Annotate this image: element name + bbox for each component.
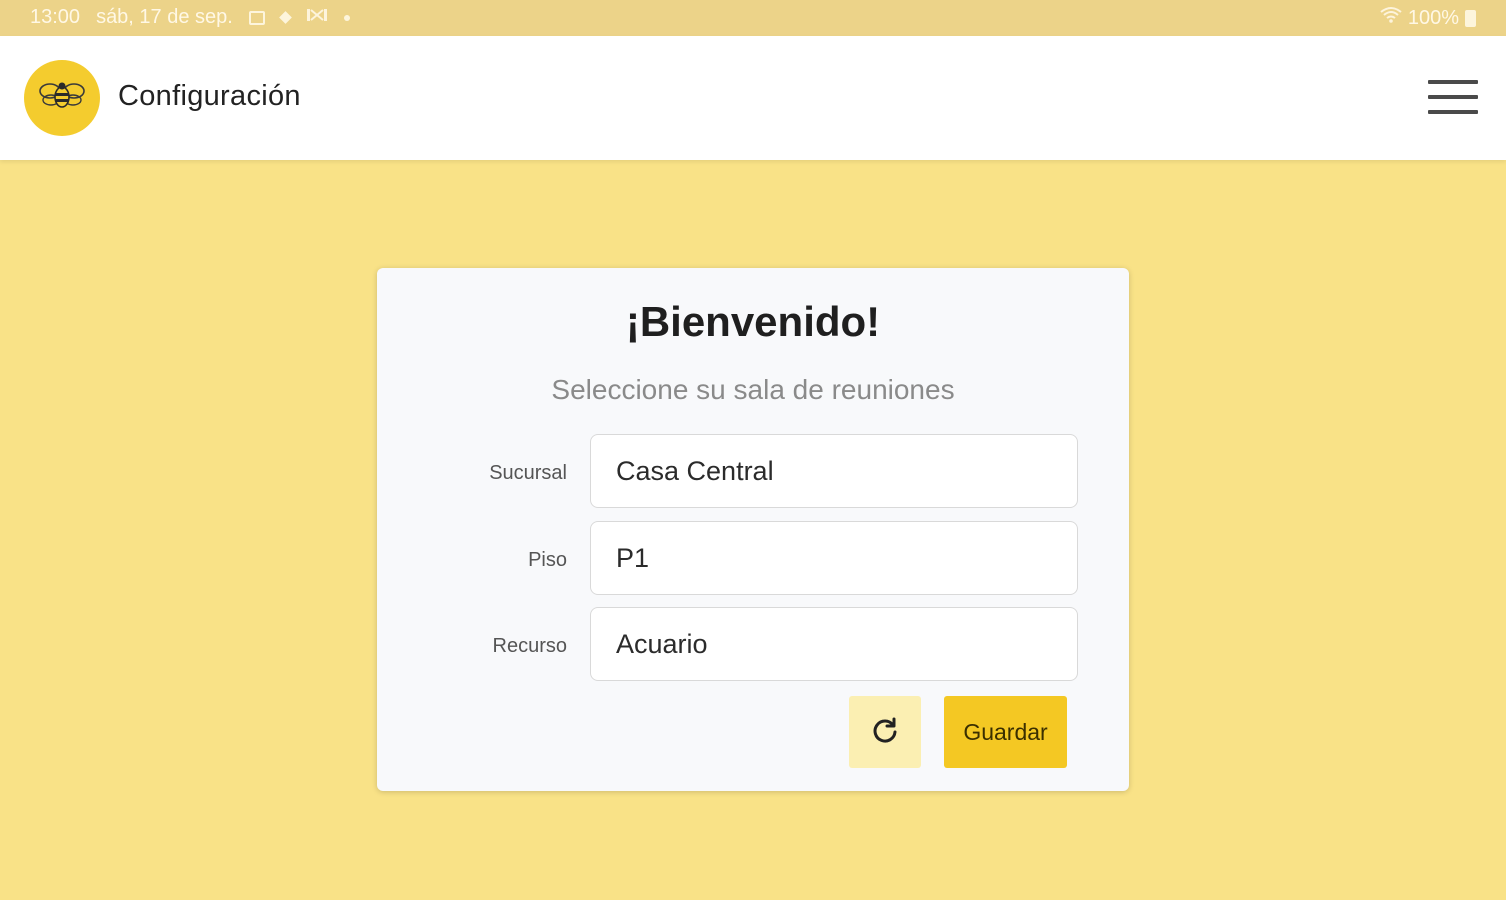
image-icon	[248, 10, 265, 25]
status-time: 13:00	[30, 6, 81, 28]
hamburger-menu-button[interactable]	[1428, 78, 1478, 116]
recurso-label: Recurso	[492, 635, 567, 657]
piso-label: Piso	[528, 549, 567, 571]
diamond-icon	[278, 11, 292, 24]
dot-icon	[343, 14, 350, 21]
save-button[interactable]: Guardar	[944, 696, 1067, 768]
piso-select[interactable]: P1	[590, 521, 1078, 595]
status-date: sáb, 17 de sep.	[96, 6, 233, 28]
signal-icon	[306, 6, 328, 29]
status-bar-left: 13:00 sáb, 17 de sep.	[30, 6, 350, 29]
status-bar: 13:00 sáb, 17 de sep. 100%	[0, 0, 1506, 36]
menu-line	[1428, 80, 1478, 84]
app-title: Configuración	[118, 80, 301, 112]
recurso-select[interactable]: Acuario	[590, 607, 1078, 681]
status-bar-right: 100%	[1380, 6, 1476, 30]
room-selection-card: ¡Bienvenido! Seleccione su sala de reuni…	[377, 268, 1129, 791]
welcome-title: ¡Bienvenido!	[625, 298, 881, 345]
app-bar: Configuración	[0, 36, 1506, 160]
battery-icon	[1465, 9, 1476, 27]
app-logo	[24, 60, 100, 136]
menu-line	[1428, 110, 1478, 114]
battery-percent: 100%	[1407, 6, 1459, 29]
bee-icon	[38, 79, 86, 118]
wifi-icon	[1380, 6, 1402, 30]
welcome-subtitle: Seleccione su sala de reuniones	[551, 374, 955, 405]
sucursal-label: Sucursal	[489, 462, 567, 484]
menu-line	[1428, 95, 1478, 99]
sucursal-select[interactable]: Casa Central	[590, 434, 1078, 508]
refresh-button[interactable]	[849, 696, 921, 768]
refresh-icon	[871, 716, 899, 749]
